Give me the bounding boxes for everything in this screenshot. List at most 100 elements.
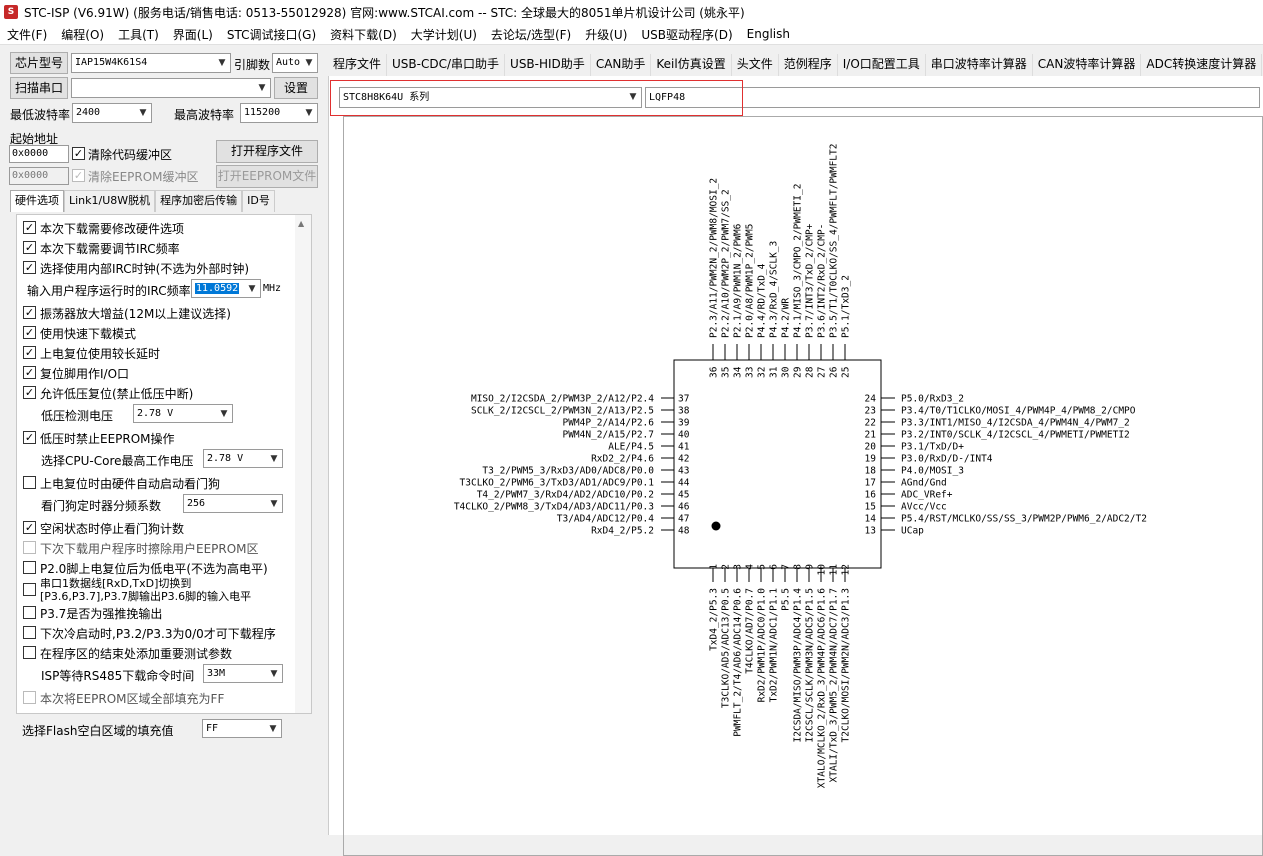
cpu-voltage-value: 2.78 V xyxy=(207,453,244,464)
option-label: 选择使用内部IRC时钟(不选为外部时钟) xyxy=(40,262,250,276)
option-checkbox[interactable] xyxy=(23,646,36,659)
chevron-down-icon: ▼ xyxy=(305,108,313,118)
option-checkbox[interactable] xyxy=(23,606,36,619)
menu-item[interactable]: 升级(U) xyxy=(578,26,634,43)
tool-tabs: 程序文件 USB-CDC/串口助手 USB-HID助手 CAN助手 Keil仿真设置 头文… xyxy=(328,54,1263,76)
option-checkbox[interactable] xyxy=(23,691,36,704)
menu-item[interactable]: 界面(L) xyxy=(166,26,220,43)
menu-item[interactable]: STC调试接口(G) xyxy=(220,26,323,43)
option-checkbox[interactable]: ✓ xyxy=(23,241,36,254)
tool-tab[interactable]: 头文件 xyxy=(732,54,779,76)
menu-item[interactable]: USB驱动程序(D) xyxy=(634,26,739,43)
clear-code-label: 清除代码缓冲区 xyxy=(88,148,173,162)
max-baud-label: 最高波特率 xyxy=(174,108,235,122)
port-select[interactable]: ▼ xyxy=(71,78,271,98)
clear-eeprom-checkbox[interactable]: ✓ xyxy=(72,169,85,182)
scroll-up-icon[interactable]: ▲ xyxy=(298,219,304,228)
tab-id-number[interactable]: ID号 xyxy=(242,190,275,212)
options-scrollbar[interactable]: ▲ xyxy=(295,215,311,713)
cpu-voltage-select[interactable]: 2.78 V ▼ xyxy=(203,449,283,468)
settings-button[interactable]: 设置 xyxy=(274,77,318,99)
open-eeprom-file-button[interactable]: 打开EEPROM文件 xyxy=(216,165,318,188)
tool-tab[interactable]: Keil仿真设置 xyxy=(651,54,732,76)
option-checkbox[interactable] xyxy=(23,541,36,554)
tool-tab[interactable]: 串口波特率计算器 xyxy=(926,54,1033,76)
option-label: 上电复位使用较长延时 xyxy=(40,347,161,361)
option-checkbox[interactable]: ✓ xyxy=(23,521,36,534)
tab-link1-offline[interactable]: Link1/U8W脱机 xyxy=(64,190,156,212)
chevron-down-icon: ▼ xyxy=(218,58,226,68)
chip-model-select[interactable]: IAP15W4K61S4 ▼ xyxy=(71,53,231,73)
watchdog-divider-value: 256 xyxy=(187,498,206,509)
menu-item[interactable]: 去论坛/选型(F) xyxy=(484,26,578,43)
menu-item[interactable]: 大学计划(U) xyxy=(404,26,484,43)
flash-fill-value: FF xyxy=(206,723,219,734)
chip-model-value: IAP15W4K61S4 xyxy=(75,57,148,68)
option-checkbox[interactable]: ✓ xyxy=(23,221,36,234)
option-checkbox[interactable]: ✓ xyxy=(23,346,36,359)
hardware-options-panel: ✓ 本次下载需要修改硬件选项 ✓ 本次下载需要调节IRC频率 ✓ 选择使用内部IRC时… xyxy=(16,214,312,714)
chevron-down-icon: ▼ xyxy=(258,83,266,93)
min-baud-select[interactable]: 2400 ▼ xyxy=(72,103,152,123)
chevron-down-icon: ▼ xyxy=(248,284,256,294)
scan-port-button[interactable]: 扫描串口 xyxy=(10,77,68,99)
option-label: 复位脚用作I/O口 xyxy=(40,367,130,381)
left-panel: 芯片型号 IAP15W4K61S4 ▼ 引脚数 Auto ▼ 扫描串口 ▼ 设置 最… xyxy=(0,46,324,835)
menu-item[interactable]: English xyxy=(740,27,797,41)
chevron-down-icon: ▼ xyxy=(305,58,313,68)
menu-item[interactable]: 资料下载(D) xyxy=(323,26,404,43)
option-checkbox[interactable] xyxy=(23,561,36,574)
option-checkbox[interactable] xyxy=(23,626,36,639)
pin-count-value: Auto xyxy=(276,57,301,68)
pin-count-select[interactable]: Auto ▼ xyxy=(272,53,318,73)
option-tabs: 硬件选项 Link1/U8W脱机 程序加密后传输 ID号 xyxy=(10,190,275,212)
option-checkbox[interactable]: ✓ xyxy=(23,306,36,319)
option-label: 下次下载用户程序时擦除用户EEPROM区 xyxy=(40,542,259,556)
tool-tab[interactable]: I/O口配置工具 xyxy=(838,54,926,76)
title-bar: S STC-ISP (V6.91W) (服务电话/销售电话: 0513-5501… xyxy=(0,0,1263,24)
option-checkbox[interactable] xyxy=(23,476,36,489)
clear-code-checkbox[interactable]: ✓ xyxy=(72,147,85,160)
menu-item[interactable]: 编程(O) xyxy=(54,26,111,43)
tool-tab[interactable]: 程序文件 xyxy=(328,54,388,76)
max-baud-select[interactable]: 115200 ▼ xyxy=(240,103,318,123)
tool-tab[interactable]: CAN助手 xyxy=(591,54,652,76)
option-label: 在程序区的结束处添加重要测试参数 xyxy=(40,647,233,661)
tool-tab[interactable]: 范例程序 xyxy=(779,54,838,76)
irc-unit-label: MHz xyxy=(263,283,282,294)
option-checkbox[interactable]: ✓ xyxy=(23,366,36,379)
rs485-wait-select[interactable]: 33M ▼ xyxy=(203,664,283,683)
eeprom-address-input[interactable]: 0x0000 xyxy=(9,167,69,185)
option-label: 允许低压复位(禁止低压中断) xyxy=(40,387,194,401)
start-address-input[interactable]: 0x0000 xyxy=(9,145,69,163)
flash-fill-select[interactable]: FF ▼ xyxy=(202,719,282,738)
tool-tab[interactable]: USB-CDC/串口助手 xyxy=(387,54,506,76)
option-checkbox[interactable]: ✓ xyxy=(23,261,36,274)
chip-model-button[interactable]: 芯片型号 xyxy=(10,52,68,74)
option-label-continued: [P3.6,P3.7],P3.7脚输出P3.6脚的输入电平 xyxy=(40,590,252,603)
tab-hardware-options[interactable]: 硬件选项 xyxy=(10,190,64,212)
tool-tab[interactable]: USB-HID助手 xyxy=(505,54,591,76)
low-voltage-select[interactable]: 2.78 V ▼ xyxy=(133,404,233,423)
menu-item[interactable]: 工具(T) xyxy=(111,26,166,43)
option-checkbox[interactable]: ✓ xyxy=(23,386,36,399)
option-label: 使用快速下载模式 xyxy=(40,327,137,341)
watchdog-divider-select[interactable]: 256 ▼ xyxy=(183,494,283,513)
menu-item[interactable]: 文件(F) xyxy=(0,26,54,43)
option-label: 下次冷启动时,P3.2/P3.3为0/0才可下载程序 xyxy=(40,627,276,641)
tool-tab[interactable]: CAN波特率计算器 xyxy=(1033,54,1142,76)
app-icon: S xyxy=(4,5,18,19)
chevron-down-icon: ▼ xyxy=(220,409,228,419)
tab-encrypted-transfer[interactable]: 程序加密后传输 xyxy=(155,190,243,212)
option-checkbox[interactable] xyxy=(23,583,36,596)
tool-content: STC8H8K64U 系列 ▼ LQFP48 xyxy=(328,76,1263,856)
clear-eeprom-label: 清除EEPROM缓冲区 xyxy=(88,170,199,184)
option-checkbox[interactable]: ✓ xyxy=(23,326,36,339)
open-program-file-button[interactable]: 打开程序文件 xyxy=(216,140,318,163)
option-checkbox[interactable]: ✓ xyxy=(23,431,36,444)
pinout-canvas-frame xyxy=(343,116,1263,856)
chevron-down-icon: ▼ xyxy=(139,108,147,118)
tool-tab[interactable]: ADC转换速度计算器 xyxy=(1141,54,1263,76)
irc-frequency-select[interactable]: 11.0592 ▼ xyxy=(191,279,261,298)
min-baud-value: 2400 xyxy=(76,107,101,118)
